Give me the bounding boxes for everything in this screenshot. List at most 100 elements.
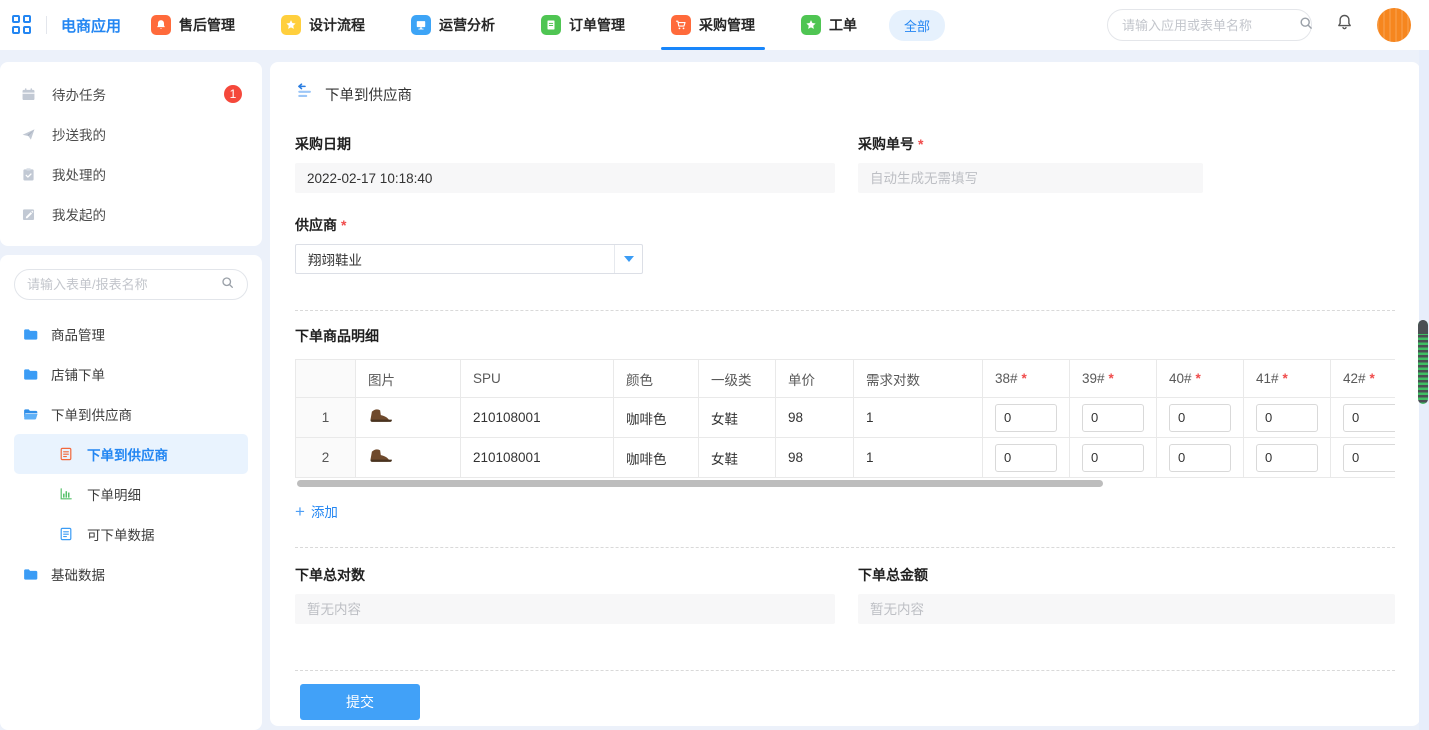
required-asterisk: *	[341, 217, 346, 233]
shoe-thumbnail	[368, 446, 394, 466]
tab-design-flow[interactable]: 设计流程	[281, 0, 365, 50]
search-icon[interactable]	[1298, 15, 1314, 36]
clipboard-check-icon	[20, 166, 37, 183]
form-item-order-to-supplier[interactable]: 下单到供应商	[14, 434, 248, 474]
product-image-cell[interactable]	[356, 438, 461, 478]
form-search[interactable]	[14, 269, 248, 300]
sidebar-item-handled-by-me[interactable]: 我处理的	[0, 154, 262, 194]
folder-order-to-supplier[interactable]: 下单到供应商	[14, 394, 248, 434]
divider	[295, 310, 1395, 311]
task-panel: 待办任务 1 抄送我的 我处理的 我发起的	[0, 62, 262, 246]
topbar-right	[1107, 8, 1411, 42]
folder-open-icon	[22, 406, 39, 423]
required-asterisk: *	[1022, 371, 1027, 386]
notification-bell-icon[interactable]	[1334, 12, 1355, 38]
size-39-input[interactable]	[1082, 444, 1144, 472]
tab-label: 订单管理	[569, 15, 625, 35]
size-42-input[interactable]	[1343, 404, 1395, 432]
price-cell: 98	[776, 438, 854, 478]
sidebar: 待办任务 1 抄送我的 我处理的 我发起的	[0, 62, 262, 730]
col-category: 一级类	[699, 360, 776, 398]
field-label-total-amount: 下单总金额	[858, 565, 1395, 585]
product-image-cell[interactable]	[356, 398, 461, 438]
global-search-input[interactable]	[1122, 18, 1298, 33]
order-detail-table-wrap: 图片 SPU 颜色 一级类 单价 需求对数 38#* 39#* 40#* 41#…	[295, 359, 1395, 478]
tab-label: 售后管理	[179, 15, 235, 35]
sidebar-item-started-by-me[interactable]: 我发起的	[0, 194, 262, 234]
scrollbar-thumb[interactable]	[297, 480, 1103, 487]
sidebar-item-cc-to-me[interactable]: 抄送我的	[0, 114, 262, 154]
form-tree-panel: 商品管理 店铺下单 下单到供应商 下单到供应商	[0, 255, 262, 730]
folder-goods-management[interactable]: 商品管理	[14, 314, 248, 354]
paper-plane-icon	[20, 126, 37, 143]
size-38-input[interactable]	[995, 404, 1057, 432]
required-asterisk: *	[1109, 371, 1114, 386]
purchase-no-field[interactable]	[858, 163, 1203, 193]
table-horizontal-scrollbar[interactable]	[295, 480, 1395, 487]
color-cell: 咖啡色	[614, 438, 699, 478]
divider	[295, 670, 1395, 671]
folder-base-data[interactable]: 基础数据	[14, 554, 248, 594]
demand-cell: 1	[854, 398, 983, 438]
app-tabs: 售后管理 设计流程 运营分析 订单管理 采购管理	[151, 0, 857, 50]
field-label-supplier: 供应商*	[295, 215, 835, 235]
tab-label: 采购管理	[699, 15, 755, 35]
size-39-input[interactable]	[1082, 404, 1144, 432]
report-item-label: 下单明细	[87, 484, 141, 504]
submit-button[interactable]: 提交	[300, 684, 420, 720]
purchase-date-field[interactable]	[295, 163, 835, 193]
size-42-input[interactable]	[1343, 444, 1395, 472]
form-row-supplier: 供应商* 翔翊鞋业	[295, 215, 1395, 274]
report-item-order-detail[interactable]: 下单明细	[14, 474, 248, 514]
tab-purchase-management[interactable]: 采购管理	[671, 0, 755, 50]
col-size-39: 39#*	[1070, 360, 1157, 398]
tab-label: 设计流程	[309, 15, 365, 35]
sidebar-item-label: 我发起的	[52, 204, 106, 224]
required-asterisk: *	[1370, 371, 1375, 386]
total-pairs-field[interactable]	[295, 594, 835, 624]
field-label-total-pairs: 下单总对数	[295, 565, 835, 585]
total-amount-field[interactable]	[858, 594, 1395, 624]
page-scrollbar-track[interactable]	[1419, 50, 1429, 730]
apps-grid-icon[interactable]	[12, 15, 32, 35]
collapse-sidebar-icon[interactable]	[295, 82, 314, 106]
size-38-input[interactable]	[995, 444, 1057, 472]
table-row: 1 210108001 咖啡色 女鞋 98 1	[296, 398, 1396, 438]
document-icon	[541, 15, 561, 35]
current-app-title[interactable]: 电商应用	[61, 15, 121, 36]
form-search-input[interactable]	[27, 277, 220, 292]
size-40-input[interactable]	[1169, 444, 1231, 472]
folder-shop-order[interactable]: 店铺下单	[14, 354, 248, 394]
category-cell: 女鞋	[699, 438, 776, 478]
form-blue-icon	[58, 526, 75, 543]
category-cell: 女鞋	[699, 398, 776, 438]
tab-operation-analysis[interactable]: 运营分析	[411, 0, 495, 50]
size-41-input[interactable]	[1256, 444, 1318, 472]
tab-label: 工单	[829, 15, 857, 35]
all-apps-pill[interactable]: 全部	[889, 10, 945, 41]
size-41-input[interactable]	[1256, 404, 1318, 432]
col-size-42: 42#*	[1331, 360, 1396, 398]
page-scrollbar-thumb[interactable]	[1418, 320, 1428, 404]
col-spu: SPU	[461, 360, 614, 398]
col-price: 单价	[776, 360, 854, 398]
supplier-select[interactable]: 翔翊鞋业	[295, 244, 643, 274]
global-search[interactable]	[1107, 9, 1312, 41]
add-row-button[interactable]: + 添加	[295, 501, 338, 521]
search-icon[interactable]	[220, 275, 235, 295]
tab-order-management[interactable]: 订单管理	[541, 0, 625, 50]
bell-icon	[151, 15, 171, 35]
user-avatar[interactable]	[1377, 8, 1411, 42]
add-row-label: 添加	[311, 501, 338, 521]
required-asterisk: *	[1196, 371, 1201, 386]
sidebar-item-todo-tasks[interactable]: 待办任务 1	[0, 74, 262, 114]
supplier-selected-value: 翔翊鞋业	[296, 249, 614, 269]
tab-work-order[interactable]: 工单	[801, 0, 857, 50]
form-orange-icon	[58, 446, 75, 463]
folder-label: 基础数据	[51, 564, 105, 584]
form-item-orderable-data[interactable]: 可下单数据	[14, 514, 248, 554]
size-40-input[interactable]	[1169, 404, 1231, 432]
chevron-down-icon[interactable]	[614, 245, 642, 273]
tab-after-sale[interactable]: 售后管理	[151, 0, 235, 50]
col-index	[296, 360, 356, 398]
